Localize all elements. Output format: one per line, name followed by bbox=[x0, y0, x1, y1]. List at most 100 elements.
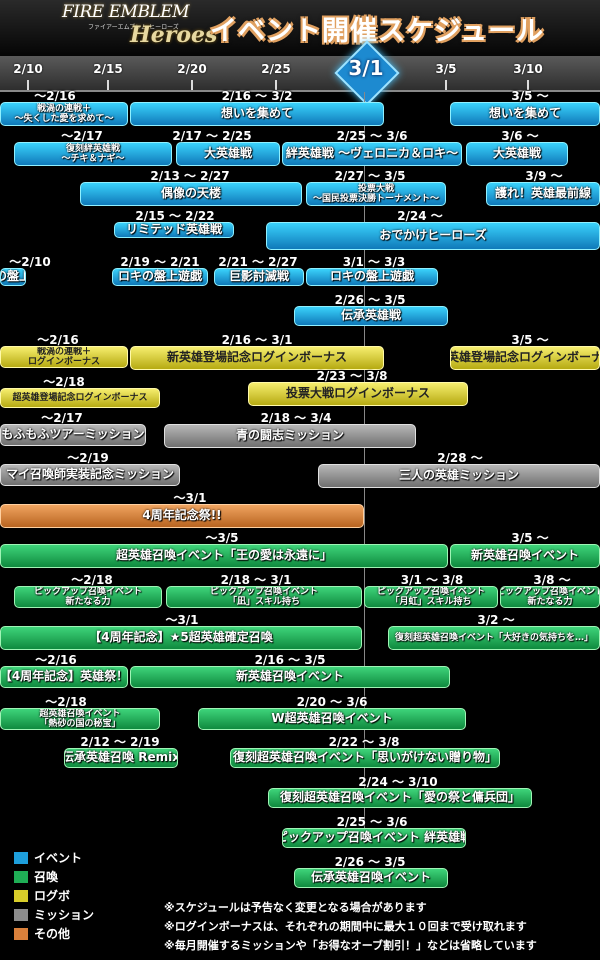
legend-swatch bbox=[14, 889, 28, 902]
bar-date-range: ～2/17 bbox=[61, 129, 103, 143]
summon-bar: ピックアップ召喚イベント 新たなる力 bbox=[500, 586, 600, 608]
event-bar: 投票大戦 ～国民投票決勝トーナメント～ bbox=[306, 182, 446, 206]
bar-date-range: 2/27 ～ 3/5 bbox=[334, 169, 406, 183]
summon-bar: ピックアップ召喚イベント 絆英雄戦 bbox=[282, 828, 466, 848]
timeline-ruler bbox=[0, 56, 600, 92]
legend-label: その他 bbox=[34, 927, 71, 941]
bar-date-range: ～2/16 bbox=[35, 653, 77, 667]
legend-item: ログボ bbox=[14, 886, 94, 905]
legend-label: 召喚 bbox=[34, 870, 59, 884]
bar-date-range: 2/24 ～ 3/10 bbox=[358, 775, 438, 789]
legend-item: その他 bbox=[14, 924, 94, 943]
bar-title: 【4周年記念】★5超英雄確定召喚 bbox=[89, 630, 273, 645]
bar-date-range: ～2/16 bbox=[34, 89, 76, 103]
legend-label: ログボ bbox=[34, 889, 71, 903]
bar-date-range: ～3/5 bbox=[205, 531, 239, 545]
summon-bar: 【4周年記念】★5超英雄確定召喚 bbox=[0, 626, 362, 650]
event-bar: 大英雄戦 bbox=[466, 142, 568, 166]
bar-date-range: ～2/18 bbox=[43, 375, 85, 389]
note-text: ※毎月開催するミッションや「お得なオーブ割引！」などは省略しています bbox=[164, 939, 537, 952]
mission-bar: マイ召喚師実装記念ミッション bbox=[0, 464, 180, 486]
bar-date-range: 3/8 ～ bbox=[533, 573, 571, 587]
bar-date-range: 3/2 ～ bbox=[477, 613, 515, 627]
summon-bar: 復刻超英雄召喚イベント「大好きの気持ちを…」 bbox=[388, 626, 600, 650]
bar-date-range: ～2/17 bbox=[41, 411, 83, 425]
bar-title: ロキの盤上遊戯 bbox=[117, 269, 202, 284]
event-bar: 戦渦の連戦＋ ～失くした愛を求めて～ bbox=[0, 102, 128, 126]
ruler-tick bbox=[191, 80, 193, 90]
event-bar: ロキの盤上遊戯 bbox=[112, 268, 208, 286]
notes: ※スケジュールは予告なく変更となる場合があります ※ログインボーナスは、それぞれ… bbox=[164, 898, 537, 955]
bar-title: 巨影討滅戦 bbox=[228, 269, 289, 284]
event-bar: 偶像の天楼 bbox=[80, 182, 302, 206]
event-bar: 想いを集めて bbox=[130, 102, 384, 126]
bar-date-range: 2/18 ～ 3/4 bbox=[260, 411, 332, 425]
bar-date-range: 2/16 ～ 3/5 bbox=[254, 653, 326, 667]
bar-title: 超英雄登場記念ログインボーナス bbox=[12, 392, 148, 403]
bar-title: 新英雄召喚イベント bbox=[470, 548, 579, 563]
bar-title: ピックアップ召喚イベント bbox=[376, 586, 485, 597]
bar-title: 「凪」スキル持ち bbox=[227, 597, 300, 607]
legend-item: イベント bbox=[14, 848, 94, 867]
bar-date-range: 3/9 ～ bbox=[525, 169, 563, 183]
bar-date-range: 3/6 ～ bbox=[501, 129, 539, 143]
bar-date-range: 2/13 ～ 2/27 bbox=[150, 169, 230, 183]
bar-title: おでかけヒーローズ bbox=[379, 228, 487, 243]
legend-label: ミッション bbox=[34, 908, 95, 922]
bar-date-range: 2/17 ～ 2/25 bbox=[172, 129, 252, 143]
summon-bar: ピックアップ召喚イベント 「凪」スキル持ち bbox=[166, 586, 362, 608]
bar-title: 復刻超英雄召喚イベント「大好きの気持ちを…」 bbox=[394, 632, 593, 643]
bar-date-range: 3/5 ～ bbox=[511, 333, 549, 347]
bar-title: ピックアップ召喚イベント bbox=[33, 586, 142, 597]
bar-title: 新英雄召喚イベント bbox=[235, 669, 344, 684]
logo-fire-emblem: FIRE EMBLEM bbox=[62, 2, 190, 22]
bar-title: 大英雄戦 bbox=[492, 146, 541, 161]
bar-title: 偶像の天楼 bbox=[160, 186, 221, 201]
ruler-tick bbox=[27, 80, 29, 90]
ruler-date-label: 2/15 bbox=[93, 62, 123, 76]
bar-title: 投票大戦ログインボーナス bbox=[285, 386, 430, 401]
legend: イベント 召喚 ログボ ミッション その他 bbox=[14, 848, 94, 943]
event-bar: 巨影討滅戦 bbox=[214, 268, 304, 286]
bar-title: ロキの盤上遊戯 bbox=[1, 269, 25, 284]
bar-date-range: 2/16 ～ 3/1 bbox=[221, 333, 293, 347]
bar-title: 復刻超英雄召喚イベント「愛の祭と傭兵団」 bbox=[279, 790, 520, 805]
bar-title: ロキの盤上遊戯 bbox=[329, 269, 414, 284]
bar-date-range: 3/5 ～ bbox=[511, 531, 549, 545]
bar-title: 伝承英雄召喚イベント bbox=[310, 870, 431, 885]
login-bar: 新英雄登場記念ログインボーナス bbox=[450, 346, 600, 370]
bar-date-range: ～2/19 bbox=[67, 451, 109, 465]
bar-date-range: 2/18 ～ 3/1 bbox=[220, 573, 292, 587]
event-bar: 想いを集めて bbox=[450, 102, 600, 126]
header-banner: FIRE EMBLEM ファイアーエムブレム ヒーローズ Heroes イベント… bbox=[0, 0, 600, 56]
bar-title: 超英雄召喚イベント「王の愛は永遠に」 bbox=[115, 548, 332, 563]
bar-date-range: ～2/18 bbox=[45, 695, 87, 709]
bar-date-range: 2/20 ～ 3/6 bbox=[296, 695, 368, 709]
summon-bar: 新英雄召喚イベント bbox=[130, 666, 450, 688]
summon-bar: 超英雄召喚イベント 「熱砂の国の秘宝」 bbox=[0, 708, 160, 730]
legend-item: 召喚 bbox=[14, 867, 94, 886]
bar-title: 「月虹」スキル持ち bbox=[390, 597, 472, 607]
bar-title: 青の闘志ミッション bbox=[235, 428, 344, 443]
ruler-date-label: 2/25 bbox=[261, 62, 291, 76]
note-text: ※スケジュールは予告なく変更となる場合があります bbox=[164, 901, 427, 914]
event-bar: 伝承英雄戦 bbox=[294, 306, 448, 326]
legend-swatch bbox=[14, 908, 28, 921]
bar-date-range: 2/16 ～ 3/2 bbox=[221, 89, 293, 103]
legend-label: イベント bbox=[34, 851, 83, 865]
bar-title: 超英雄召喚イベント bbox=[39, 708, 121, 719]
bar-title: 想いを集めて bbox=[220, 106, 293, 121]
bar-date-range: 2/21 ～ 2/27 bbox=[218, 255, 298, 269]
bar-date-range: ～3/1 bbox=[173, 491, 207, 505]
event-bar: 護れ！英雄最前線 bbox=[486, 182, 600, 206]
legend-swatch bbox=[14, 851, 28, 864]
bar-title: 護れ！英雄最前線 bbox=[494, 186, 591, 201]
other-bar: 4周年記念祭!! bbox=[0, 504, 364, 528]
bar-title: ピックアップ召喚イベント bbox=[209, 586, 318, 597]
bar-title: ログインボーナス bbox=[27, 357, 100, 367]
legend-swatch bbox=[14, 870, 28, 883]
ruler-tick bbox=[107, 80, 109, 90]
bar-title: 戦渦の連戦＋ bbox=[36, 346, 91, 357]
bar-title: 戦渦の連戦＋ bbox=[36, 103, 91, 114]
bar-title: 三人の英雄ミッション bbox=[398, 468, 519, 483]
